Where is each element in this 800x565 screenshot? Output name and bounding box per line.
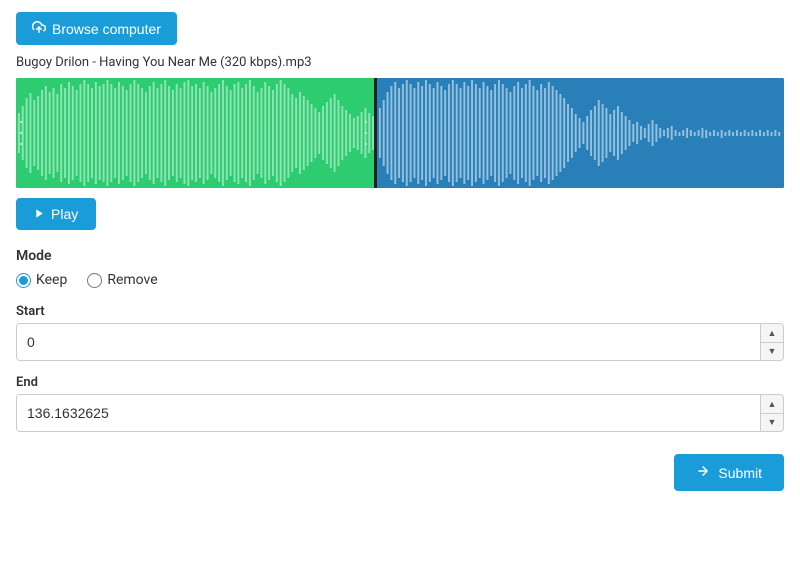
submit-button[interactable]: Submit [674, 454, 784, 491]
end-label: End [16, 375, 784, 390]
start-increment-button[interactable]: ▲ [761, 324, 783, 342]
arrow-right-icon [696, 464, 710, 481]
mode-label: Mode [16, 248, 784, 264]
mode-remove-option[interactable]: Remove [87, 272, 157, 288]
mode-section: Mode Keep Remove [16, 248, 784, 288]
start-input[interactable] [17, 324, 760, 360]
mode-keep-option[interactable]: Keep [16, 272, 67, 288]
mode-radio-group: Keep Remove [16, 272, 784, 288]
waveform-container [16, 78, 784, 188]
file-name-display: Bugoy Drilon - Having You Near Me (320 k… [16, 55, 784, 70]
end-spinner: ▲ ▼ [760, 395, 783, 431]
play-icon [34, 206, 45, 222]
waveform-unselected-region [377, 78, 784, 188]
waveform-selected-region[interactable] [16, 78, 377, 188]
end-input[interactable] [17, 395, 760, 431]
start-spinner: ▲ ▼ [760, 324, 783, 360]
mode-remove-radio[interactable] [87, 273, 102, 288]
start-input-wrapper: ▲ ▼ [16, 323, 784, 361]
start-label: Start [16, 304, 784, 319]
end-decrement-button[interactable]: ▼ [761, 413, 783, 431]
start-section: Start ▲ ▼ [16, 304, 784, 361]
waveform-selected-svg [16, 78, 377, 188]
right-drag-handle[interactable] [365, 118, 371, 148]
start-decrement-button[interactable]: ▼ [761, 342, 783, 360]
end-increment-button[interactable]: ▲ [761, 395, 783, 413]
browse-computer-button[interactable]: Browse computer [16, 12, 177, 45]
play-button-label: Play [51, 206, 78, 222]
mode-keep-radio[interactable] [16, 273, 31, 288]
upload-icon [32, 20, 46, 37]
end-section: End ▲ ▼ [16, 375, 784, 432]
bottom-row: Submit [16, 446, 784, 491]
mode-keep-label: Keep [36, 272, 67, 288]
mode-remove-label: Remove [107, 272, 157, 288]
waveform-divider [374, 78, 377, 188]
waveform-unselected-svg [377, 78, 784, 188]
browse-button-label: Browse computer [52, 21, 161, 37]
end-input-wrapper: ▲ ▼ [16, 394, 784, 432]
submit-button-label: Submit [718, 465, 762, 481]
play-button[interactable]: Play [16, 198, 96, 230]
left-drag-handle[interactable] [20, 118, 26, 148]
